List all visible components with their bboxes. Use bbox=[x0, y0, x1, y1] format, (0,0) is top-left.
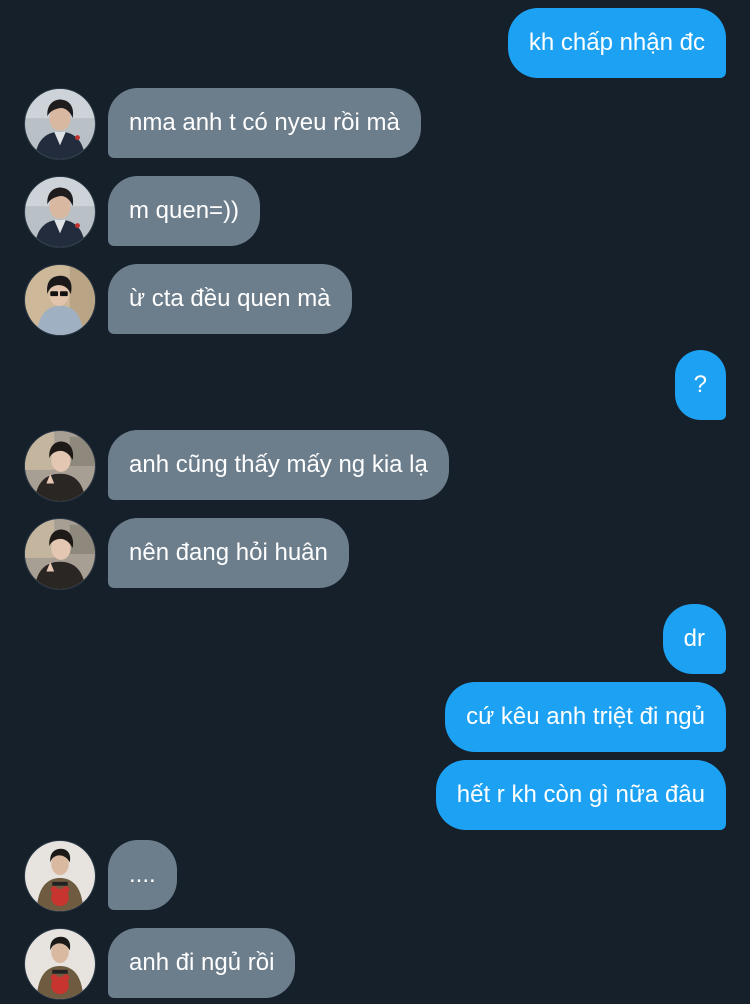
message-row-outgoing: dr bbox=[660, 604, 726, 674]
chat-thread: kh chấp nhận đc nma anh t có nyeu rồi mà… bbox=[0, 0, 750, 1004]
message-row-incoming: ừ cta đều quen mà bbox=[24, 264, 384, 336]
message-bubble[interactable]: nên đang hỏi huân bbox=[108, 518, 349, 588]
message-bubble[interactable]: m quen=)) bbox=[108, 176, 261, 246]
message-bubble[interactable]: kh chấp nhận đc bbox=[507, 8, 726, 78]
message-bubble[interactable]: nma anh t có nyeu rồi mà bbox=[108, 88, 421, 158]
avatar[interactable] bbox=[24, 840, 96, 912]
message-row-incoming: m quen=)) bbox=[24, 176, 284, 248]
message-row-incoming: nên đang hỏi huân bbox=[24, 518, 384, 590]
message-bubble[interactable]: anh đi ngủ rồi bbox=[108, 928, 296, 998]
message-bubble[interactable]: dr bbox=[662, 604, 726, 674]
message-bubble[interactable]: ? bbox=[674, 350, 726, 420]
avatar[interactable] bbox=[24, 430, 96, 502]
avatar[interactable] bbox=[24, 518, 96, 590]
message-row-outgoing: ? bbox=[672, 350, 726, 420]
message-row-outgoing: hết r kh còn gì nữa đâu bbox=[412, 760, 726, 830]
message-row-incoming: .... bbox=[24, 840, 184, 912]
message-bubble[interactable]: .... bbox=[108, 840, 177, 910]
message-row-incoming: anh đi ngủ rồi bbox=[24, 928, 324, 1000]
avatar[interactable] bbox=[24, 928, 96, 1000]
avatar[interactable] bbox=[24, 88, 96, 160]
message-bubble[interactable]: cứ kêu anh triệt đi ngủ bbox=[445, 682, 726, 752]
avatar[interactable] bbox=[24, 176, 96, 248]
message-row-outgoing: cứ kêu anh triệt đi ngủ bbox=[418, 682, 726, 752]
message-row-incoming: nma anh t có nyeu rồi mà bbox=[24, 88, 464, 160]
message-row-incoming: anh cũng thấy mấy ng kia lạ bbox=[24, 430, 484, 502]
message-bubble[interactable]: anh cũng thấy mấy ng kia lạ bbox=[108, 430, 449, 500]
avatar[interactable] bbox=[24, 264, 96, 336]
message-bubble[interactable]: hết r kh còn gì nữa đâu bbox=[435, 760, 726, 830]
message-row-outgoing: kh chấp nhận đc bbox=[488, 8, 726, 78]
message-bubble[interactable]: ừ cta đều quen mà bbox=[108, 264, 352, 334]
